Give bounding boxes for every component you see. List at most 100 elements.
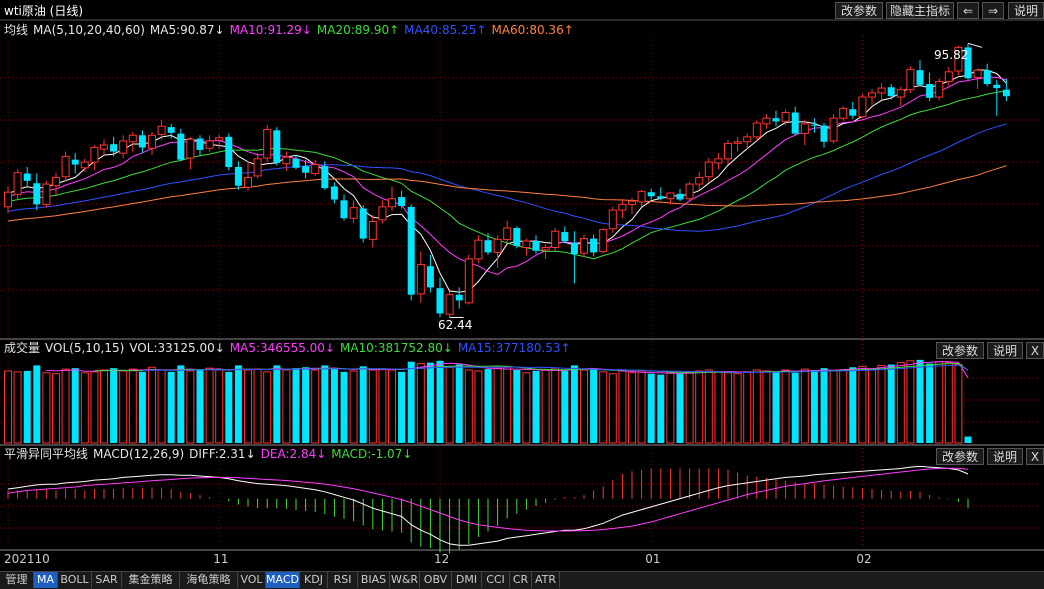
volume-bar [877,364,886,444]
tab-rsi[interactable]: RSI [328,572,358,588]
volume-bar [80,372,89,444]
volume-change-params-button[interactable]: 改参数 [936,342,984,359]
volume-bar [839,369,848,444]
volume-bar [138,371,146,443]
volume-bar [561,370,569,443]
candle-body [973,69,982,78]
macd-explain-button[interactable]: 说明 [987,448,1023,465]
tab-bias[interactable]: BIAS [358,572,390,588]
volume-bar [772,371,780,443]
tab-cr[interactable]: CR [510,572,532,588]
volume-bar [762,370,771,444]
candle-body [407,206,415,295]
volume-bar [954,363,963,444]
x-tick-label: 12 [434,552,450,566]
low-price-label: 62.44 [438,318,473,332]
candle-body [733,141,742,144]
volume-bar [906,360,915,444]
candle-body [330,186,338,200]
tab-kdj[interactable]: KDJ [300,572,328,588]
candle-body [752,122,761,138]
volume-bar [388,369,396,444]
candle-body [935,81,944,98]
volume-bar [926,363,934,443]
volume-bar [52,373,60,444]
volume-bar [724,372,732,444]
main-legend-item: MA60:80.36↑ [491,23,574,37]
candle-body [887,87,895,97]
tab-cci[interactable]: CCI [482,572,510,588]
tab-sar[interactable]: SAR [92,572,122,588]
candle-body [225,136,233,167]
volume-bar [781,369,790,444]
candle-body [100,144,108,150]
candle-body [4,191,12,208]
volume-bar [503,366,512,444]
volume-close-button[interactable]: X [1026,342,1044,359]
candle-body [791,112,799,134]
tab-obv[interactable]: OBV [420,572,452,588]
candle-body [926,83,934,98]
macd-legend-item: DIFF:2.31↓ [189,447,256,461]
candle-body [196,138,204,150]
tab-[interactable]: 管理 [0,572,34,588]
tab-macd[interactable]: MACD [266,572,300,588]
volume-bar [426,362,434,443]
volume-bar [330,369,338,443]
volume-bar [359,366,367,443]
tab-dmi[interactable]: DMI [452,572,482,588]
candle-body [282,156,291,165]
volume-bar [455,364,463,443]
volume-bar [935,361,944,444]
volume-bar [580,369,588,444]
volume-bar [292,368,300,443]
main-legend-item: MA10:91.29↓ [229,23,312,37]
main-legend-item: MA40:85.25↑ [404,23,487,37]
tab-ma[interactable]: MA [34,572,58,588]
tab-vol[interactable]: VOL [238,572,266,588]
candle-body [608,209,617,230]
volume-bar [666,372,675,444]
volume-bar [100,369,108,444]
volume-bar [868,368,876,444]
candle-body [877,87,886,94]
volume-bar [205,367,214,444]
tab-wr[interactable]: W&R [390,572,420,588]
tab-atr[interactable]: ATR [532,572,560,588]
x-tick-label: 01 [645,552,661,566]
candle-body [33,183,41,205]
ma10-line [7,76,1007,276]
macd-close-button[interactable]: X [1026,448,1044,465]
candle-body [177,133,185,160]
candle-body [580,238,588,254]
volume-bar [541,369,550,444]
volume-bar [695,370,704,444]
candle-body [800,123,809,135]
candle-body [810,124,818,126]
candle-body [378,206,387,221]
candle-body [205,140,214,149]
candle-body [743,136,752,143]
volume-bar [234,365,242,443]
macd-legend: 平滑异同平均线 MACD(12,26,9) DIFF:2.31↓ DEA:2.84↓ M… [4,446,417,462]
volume-bar [849,367,857,443]
candle-body [628,200,636,205]
tab-[interactable]: 海龟策略 [180,572,238,588]
volume-bar [474,370,483,444]
candle-body [714,158,723,164]
macd-change-params-button[interactable]: 改参数 [936,448,984,465]
candle-body [321,166,329,189]
tab-[interactable]: 集金策略 [122,572,180,588]
candle-body [503,227,512,240]
candle-body [368,220,377,240]
tab-boll[interactable]: BOLL [58,572,92,588]
volume-bar [647,373,655,443]
candle-body [944,71,953,83]
candle-body [138,135,146,148]
volume-bar [532,370,540,443]
volume-bar [416,363,425,444]
volume-bar [743,371,752,444]
volume-bar [522,372,531,444]
volume-explain-button[interactable]: 说明 [987,342,1023,359]
volume-legend-item: MA5:346555.00↓ [229,341,335,355]
